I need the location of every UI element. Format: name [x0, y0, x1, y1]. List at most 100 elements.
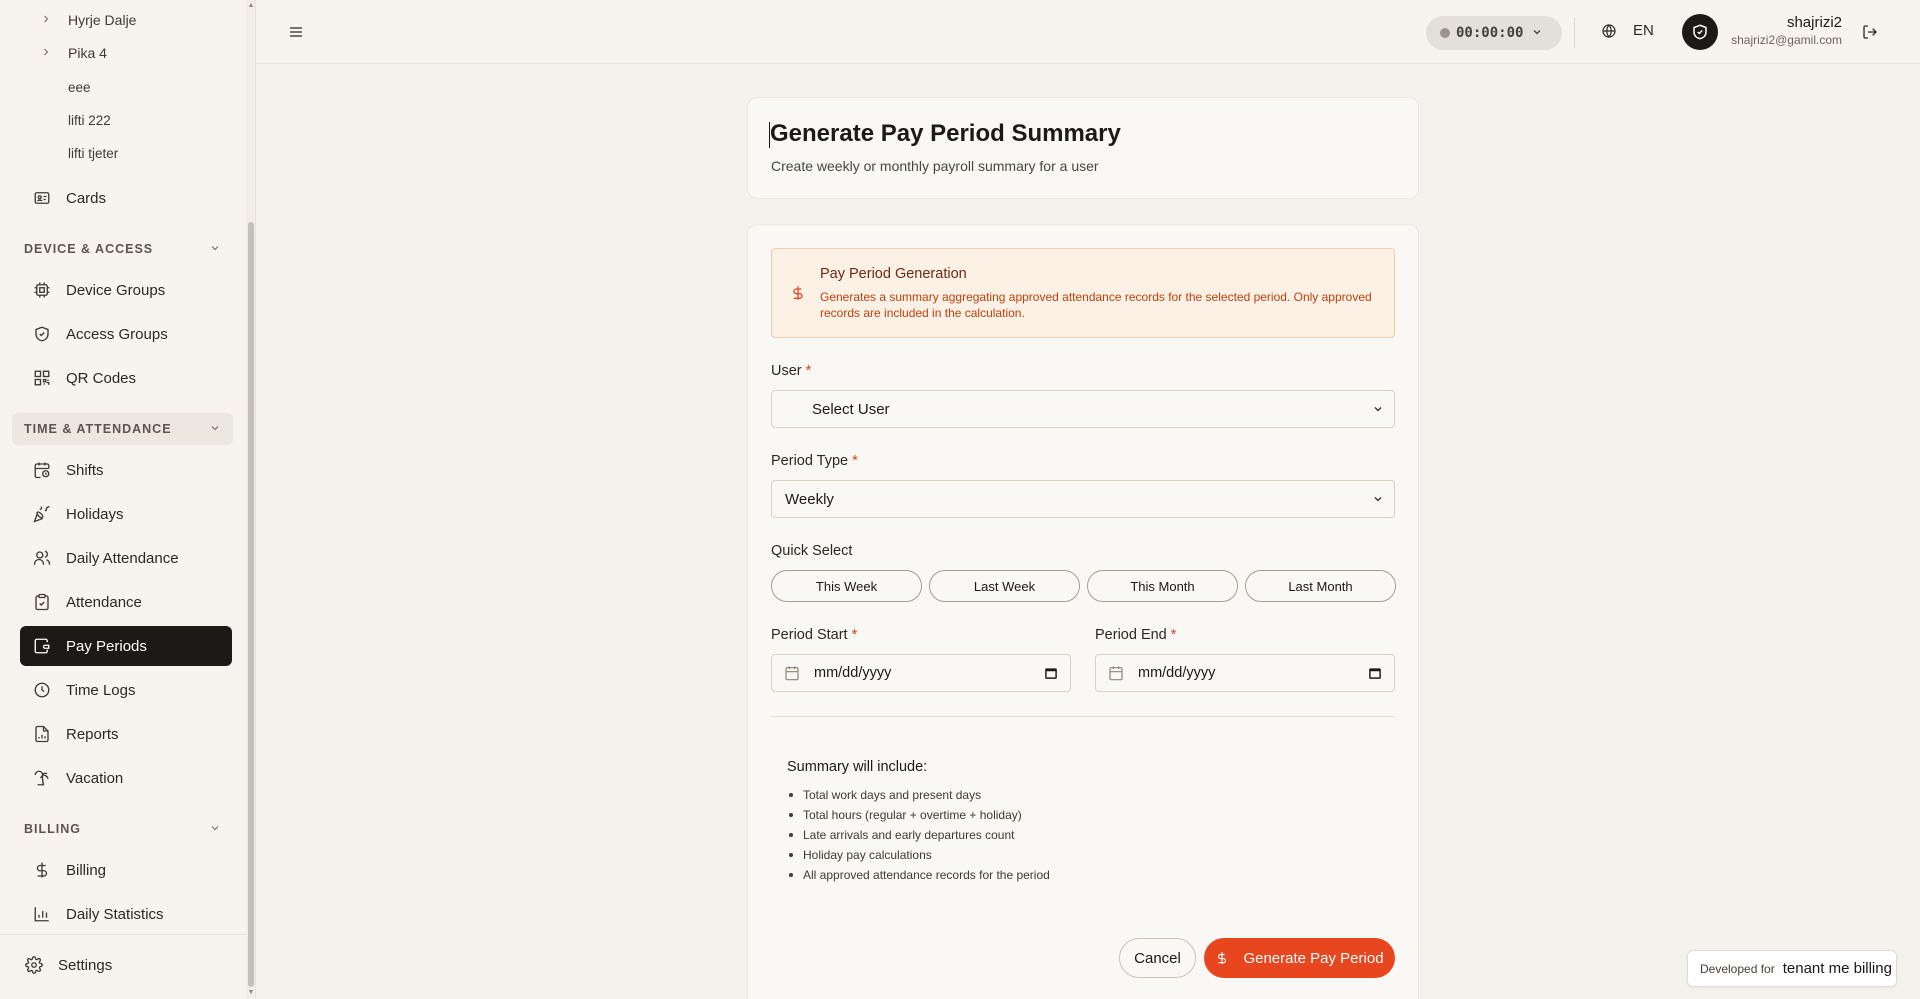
language-code: EN [1633, 22, 1654, 39]
scroll-up-arrow-icon[interactable]: ▲ [247, 2, 255, 10]
user-info[interactable]: shajrizi2 shajrizi2@gamil.com [1731, 14, 1842, 47]
this-week-button[interactable]: This Week [771, 570, 922, 602]
sidebar-item-time-logs[interactable]: Time Logs [20, 670, 232, 710]
period-start-label: Period Start * [771, 627, 857, 643]
alert-body: Generates a summary aggregating approved… [820, 290, 1372, 320]
sidebar-item-vacation[interactable]: Vacation [20, 758, 232, 798]
timer-dropdown[interactable]: 00:00:00 [1426, 16, 1562, 50]
sidebar-item-qr-codes[interactable]: QR Codes [20, 358, 232, 398]
section-title: BILLING [24, 822, 81, 836]
section-title: DEVICE & ACCESS [24, 242, 154, 256]
sidebar-item-daily-statistics[interactable]: Daily Statistics [20, 894, 232, 934]
sidebar-item-cards[interactable]: Cards [20, 178, 232, 218]
cancel-button[interactable]: Cancel [1119, 938, 1196, 978]
required-mark: * [1170, 627, 1177, 643]
user-label: User * [771, 363, 811, 379]
date-picker-icon[interactable] [1044, 666, 1058, 680]
sidebar-footer: Settings [0, 934, 246, 999]
user-select[interactable]: Select User [771, 390, 1395, 428]
timer-value: 00:00:00 [1456, 25, 1524, 41]
logout-button[interactable] [1860, 22, 1880, 42]
sidebar-item-label: Shifts [66, 461, 104, 479]
sidebar-nav: Hyrje Dalje Pika 4 eee lifti 222 lifti t… [0, 0, 246, 930]
avatar[interactable] [1682, 14, 1718, 50]
this-month-button[interactable]: This Month [1087, 570, 1238, 602]
shield-check-icon [1693, 24, 1707, 40]
sidebar-item-label: QR Codes [66, 369, 137, 387]
sidebar-item-label: Settings [58, 956, 113, 974]
period-end-input[interactable]: mm/dd/yyyy [1095, 654, 1395, 692]
bar-chart-icon [32, 904, 52, 924]
last-month-button[interactable]: Last Month [1245, 570, 1396, 602]
required-mark: * [851, 627, 858, 643]
summary-list: Total work days and present days Total h… [787, 785, 1050, 885]
chevron-down-icon [1531, 26, 1543, 41]
sidebar-item-label: Time Logs [66, 681, 136, 699]
sidebar-item-label: Vacation [66, 769, 124, 787]
sidebar-item-attendance[interactable]: Attendance [20, 582, 232, 622]
chevron-down-icon [209, 242, 221, 257]
sidebar-subitem-pika-4[interactable]: Pika 4 [40, 37, 107, 69]
top-header: 00:00:00 EN shajrizi2 shajrizi2@gamil.co… [256, 0, 1920, 64]
period-type-value: Weekly [785, 490, 834, 508]
generate-pay-period-button[interactable]: Generate Pay Period [1204, 938, 1395, 978]
palm-tree-icon [32, 768, 52, 788]
generate-button-label: Generate Pay Period [1243, 949, 1384, 967]
period-type-select[interactable]: Weekly [771, 480, 1395, 518]
menu-toggle-button[interactable] [286, 22, 306, 42]
chevron-down-icon [209, 822, 221, 837]
sidebar-subitem-hyrje-dalje[interactable]: Hyrje Dalje [40, 4, 136, 36]
clock-icon [32, 680, 52, 700]
user-select-value: Select User [812, 400, 890, 418]
chevron-down-icon [209, 422, 221, 437]
sidebar: Hyrje Dalje Pika 4 eee lifti 222 lifti t… [0, 0, 256, 999]
clipboard-check-icon [32, 592, 52, 612]
wallet-icon [32, 636, 52, 656]
sidebar-item-holidays[interactable]: Holidays [20, 494, 232, 534]
sidebar-subitem-label: eee [68, 79, 91, 95]
sidebar-item-label: Access Groups [66, 325, 168, 343]
sidebar-item-device-groups[interactable]: Device Groups [20, 270, 232, 310]
sidebar-item-label: Daily Attendance [66, 549, 179, 567]
chevron-down-icon [1372, 403, 1384, 415]
period-type-label: Period Type * [771, 453, 858, 469]
sidebar-scrollbar-thumb[interactable] [248, 222, 254, 987]
chevron-down-icon [1372, 493, 1384, 505]
page-subtitle: Create weekly or monthly payroll summary… [771, 158, 1099, 174]
developed-for-badge: Developed for tenant me billing [1687, 950, 1897, 987]
page-header-card [747, 97, 1419, 199]
sidebar-item-label: Billing [66, 861, 107, 879]
sidebar-item-label: Holidays [66, 505, 124, 523]
calendar-clock-icon [32, 460, 52, 480]
section-time-attendance[interactable]: TIME & ATTENDANCE [12, 413, 233, 445]
info-alert: Pay Period Generation Generates a summar… [771, 248, 1395, 338]
sidebar-item-billing[interactable]: Billing [20, 850, 232, 890]
language-switcher[interactable]: EN [1601, 22, 1654, 39]
date-picker-icon[interactable] [1368, 666, 1382, 680]
sidebar-item-shifts[interactable]: Shifts [20, 450, 232, 490]
sidebar-item-label: Pay Periods [66, 637, 147, 655]
last-week-button[interactable]: Last Week [929, 570, 1080, 602]
sidebar-item-daily-attendance[interactable]: Daily Attendance [20, 538, 232, 578]
sidebar-item-pay-periods[interactable]: Pay Periods [20, 626, 232, 666]
section-billing[interactable]: BILLING [12, 813, 233, 845]
list-item: Holiday pay calculations [787, 845, 1050, 865]
list-item: Late arrivals and early departures count [787, 825, 1050, 845]
sidebar-subitem-lifti-222[interactable]: lifti 222 [68, 104, 111, 136]
sidebar-subitem-lifti-tjeter[interactable]: lifti tjeter [68, 137, 118, 169]
sidebar-item-access-groups[interactable]: Access Groups [20, 314, 232, 354]
period-start-value: mm/dd/yyyy [814, 665, 892, 681]
sidebar-item-reports[interactable]: Reports [20, 714, 232, 754]
scroll-down-arrow-icon[interactable]: ▼ [247, 989, 255, 997]
section-device-access[interactable]: DEVICE & ACCESS [12, 233, 233, 265]
section-title: TIME & ATTENDANCE [24, 422, 172, 436]
sidebar-subitem-label: lifti tjeter [68, 145, 119, 161]
sidebar-subitem-eee[interactable]: eee [68, 71, 91, 103]
quick-select-label: Quick Select [771, 543, 853, 559]
period-end-label-text: Period End [1095, 627, 1167, 643]
sidebar-item-settings[interactable]: Settings [24, 955, 112, 975]
period-start-input[interactable]: mm/dd/yyyy [771, 654, 1071, 692]
sidebar-subitem-label: Pika 4 [68, 45, 107, 61]
gear-icon [24, 955, 44, 975]
user-label-text: User [771, 363, 802, 379]
